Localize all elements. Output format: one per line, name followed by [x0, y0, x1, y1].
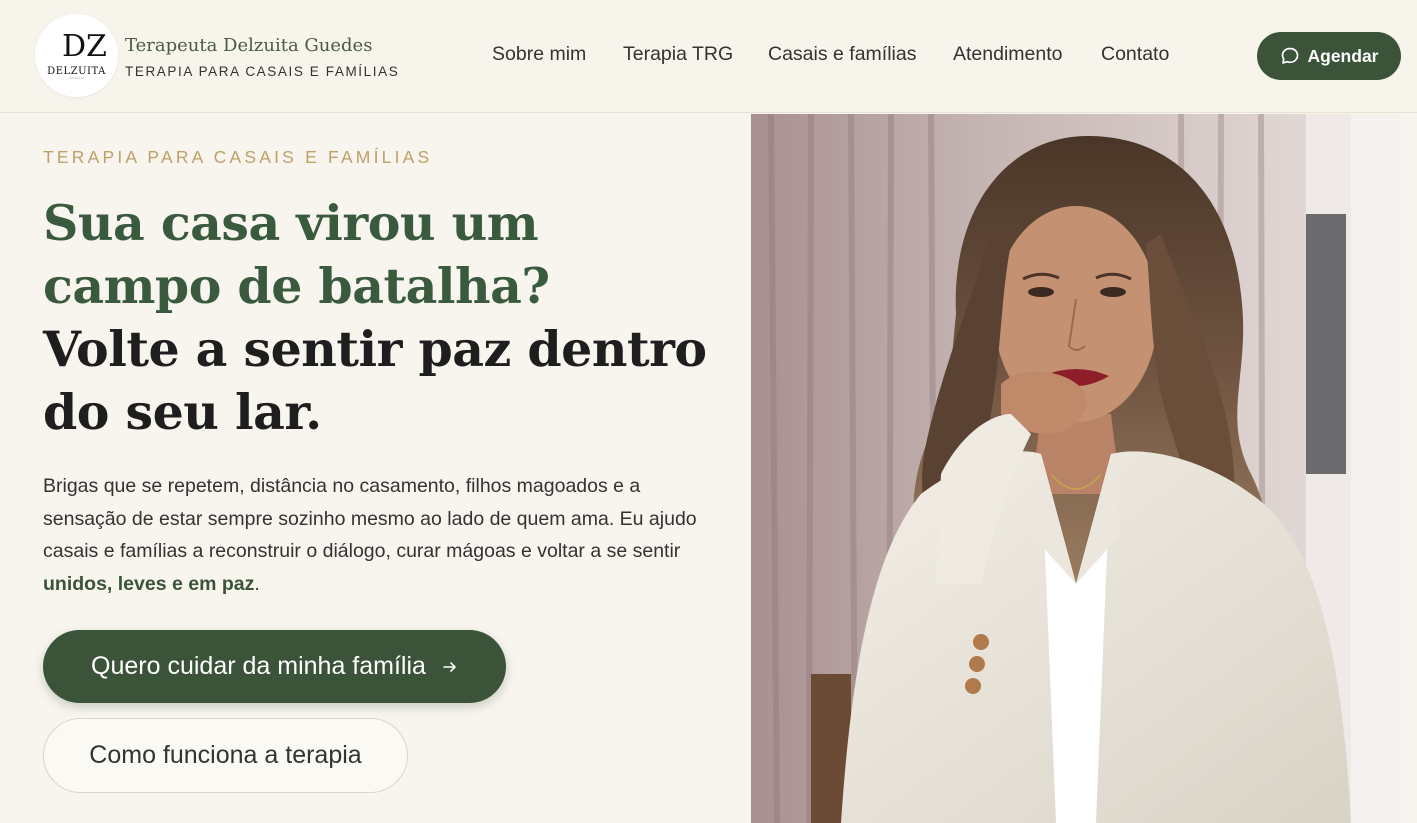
cta-primary-label: Quero cuidar da minha família	[91, 652, 426, 680]
site-header: DZ DELZUITA Terapeuta Delzuita Guedes TE…	[0, 0, 1417, 113]
nav-casais-familias[interactable]: Casais e famílias	[768, 43, 916, 66]
therapist-portrait-photo	[751, 114, 1401, 823]
nav-atendimento[interactable]: Atendimento	[953, 43, 1063, 66]
chat-bubble-icon	[1281, 47, 1298, 64]
svg-text:DZ: DZ	[62, 29, 107, 64]
dz-monogram-icon: DZ DELZUITA	[47, 29, 107, 79]
brand-tagline: TERAPIA PARA CASAIS E FAMÍLIAS	[125, 64, 400, 79]
svg-text:DELZUITA: DELZUITA	[47, 66, 106, 77]
nav-terapia-trg[interactable]: Terapia TRG	[623, 43, 733, 66]
arrow-right-icon	[443, 661, 456, 672]
cta-how-it-works-button[interactable]: Como funciona a terapia	[43, 718, 408, 793]
agendar-label: Agendar	[1307, 45, 1379, 66]
hero-headline-answer: Volte a sentir paz dentro do seu lar.	[43, 320, 707, 441]
cta-secondary-label: Como funciona a terapia	[89, 741, 362, 769]
brand-name[interactable]: Terapeuta Delzuita Guedes	[125, 35, 372, 56]
hero-description: Brigas que se repetem, distância no casa…	[43, 470, 703, 601]
hero-eyebrow: TERAPIA PARA CASAIS E FAMÍLIAS	[43, 147, 433, 167]
hero-description-text: Brigas que se repetem, distância no casa…	[43, 475, 697, 563]
logo[interactable]: DZ DELZUITA	[35, 14, 118, 97]
hero-description-end: .	[254, 573, 260, 596]
portrait-illustration	[751, 114, 1401, 823]
cta-care-family-button[interactable]: Quero cuidar da minha família	[43, 630, 506, 703]
hero-description-emphasis: unidos, leves e em paz	[43, 573, 255, 596]
nav-sobre-mim[interactable]: Sobre mim	[492, 43, 586, 66]
nav-contato[interactable]: Contato	[1101, 43, 1169, 66]
agendar-button[interactable]: Agendar	[1257, 32, 1401, 80]
hero-headline-question: Sua casa virou um campo de batalha?	[43, 194, 550, 315]
